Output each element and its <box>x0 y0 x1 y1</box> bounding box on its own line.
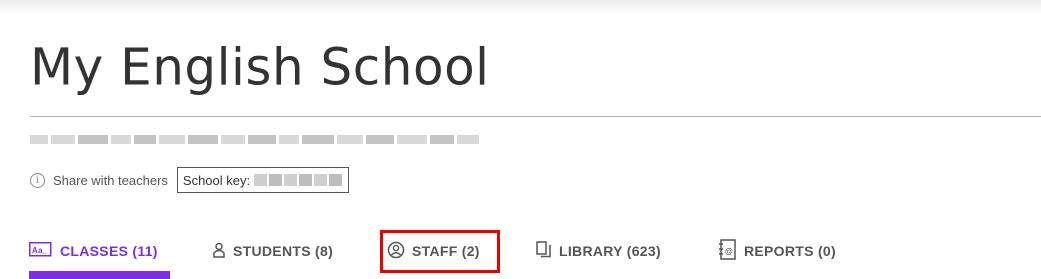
svg-text:Aa_: Aa_ <box>32 246 48 255</box>
info-icon[interactable]: i <box>30 172 45 188</box>
tab-students[interactable]: STUDENTS (8) <box>212 230 333 272</box>
student-icon <box>212 242 226 261</box>
tab-bar: Aa_ CLASSES (11) STUDENTS (8) STAFF (2) <box>0 230 1041 279</box>
staff-tab-highlight <box>380 230 500 273</box>
school-key-label: School key: <box>182 172 251 188</box>
tab-reports[interactable]: @ REPORTS (0) <box>719 230 836 272</box>
library-icon <box>536 241 552 261</box>
tab-classes[interactable]: Aa_ CLASSES (11) <box>29 230 158 272</box>
share-row: i Share with teachers School key: <box>30 166 350 194</box>
share-with-teachers-label: Share with teachers <box>53 172 168 188</box>
top-bar-shadow <box>0 0 1041 14</box>
redacted-description <box>30 135 479 144</box>
page-title: My English School <box>30 37 490 97</box>
reports-icon: @ <box>719 238 737 264</box>
tab-library[interactable]: LIBRARY (623) <box>536 230 661 272</box>
tab-reports-label: REPORTS (0) <box>744 243 836 259</box>
tab-classes-label: CLASSES (11) <box>60 243 158 259</box>
active-tab-indicator <box>29 271 170 279</box>
tab-students-label: STUDENTS (8) <box>233 243 334 259</box>
title-divider <box>30 116 1041 117</box>
school-key-redacted-value <box>254 174 343 186</box>
svg-text:@: @ <box>725 247 733 256</box>
classes-icon: Aa_ <box>29 241 53 261</box>
school-key-field[interactable]: School key: <box>176 167 350 193</box>
tab-library-label: LIBRARY (623) <box>559 243 661 259</box>
